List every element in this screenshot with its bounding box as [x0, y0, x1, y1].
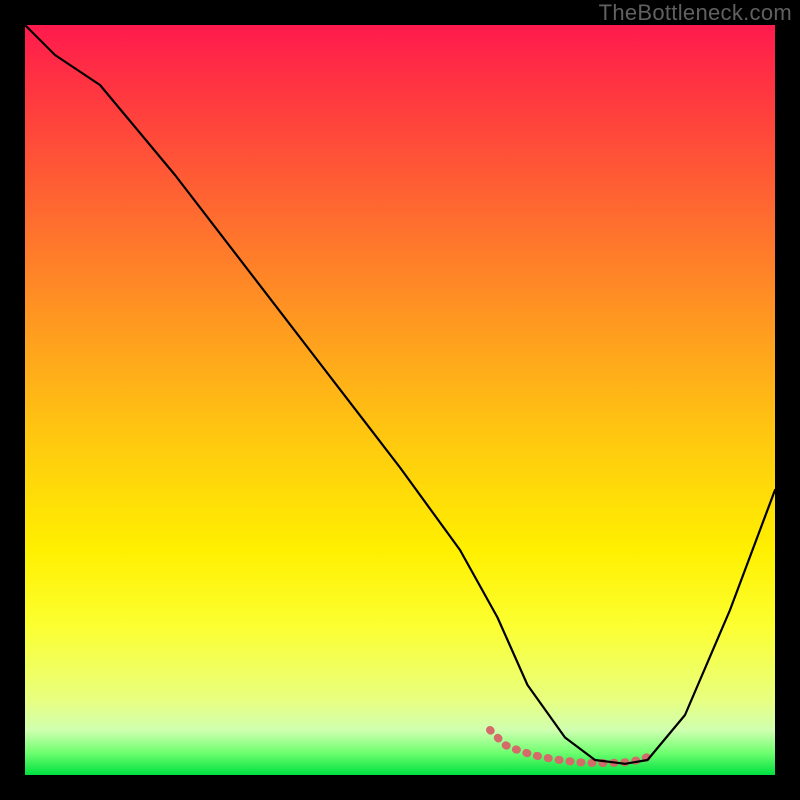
chart-svg — [25, 25, 775, 775]
bottleneck-curve-path — [25, 25, 775, 764]
plot-area — [25, 25, 775, 775]
chart-frame: TheBottleneck.com — [0, 0, 800, 800]
highlight-band-path — [490, 730, 655, 763]
watermark-text: TheBottleneck.com — [599, 0, 792, 26]
